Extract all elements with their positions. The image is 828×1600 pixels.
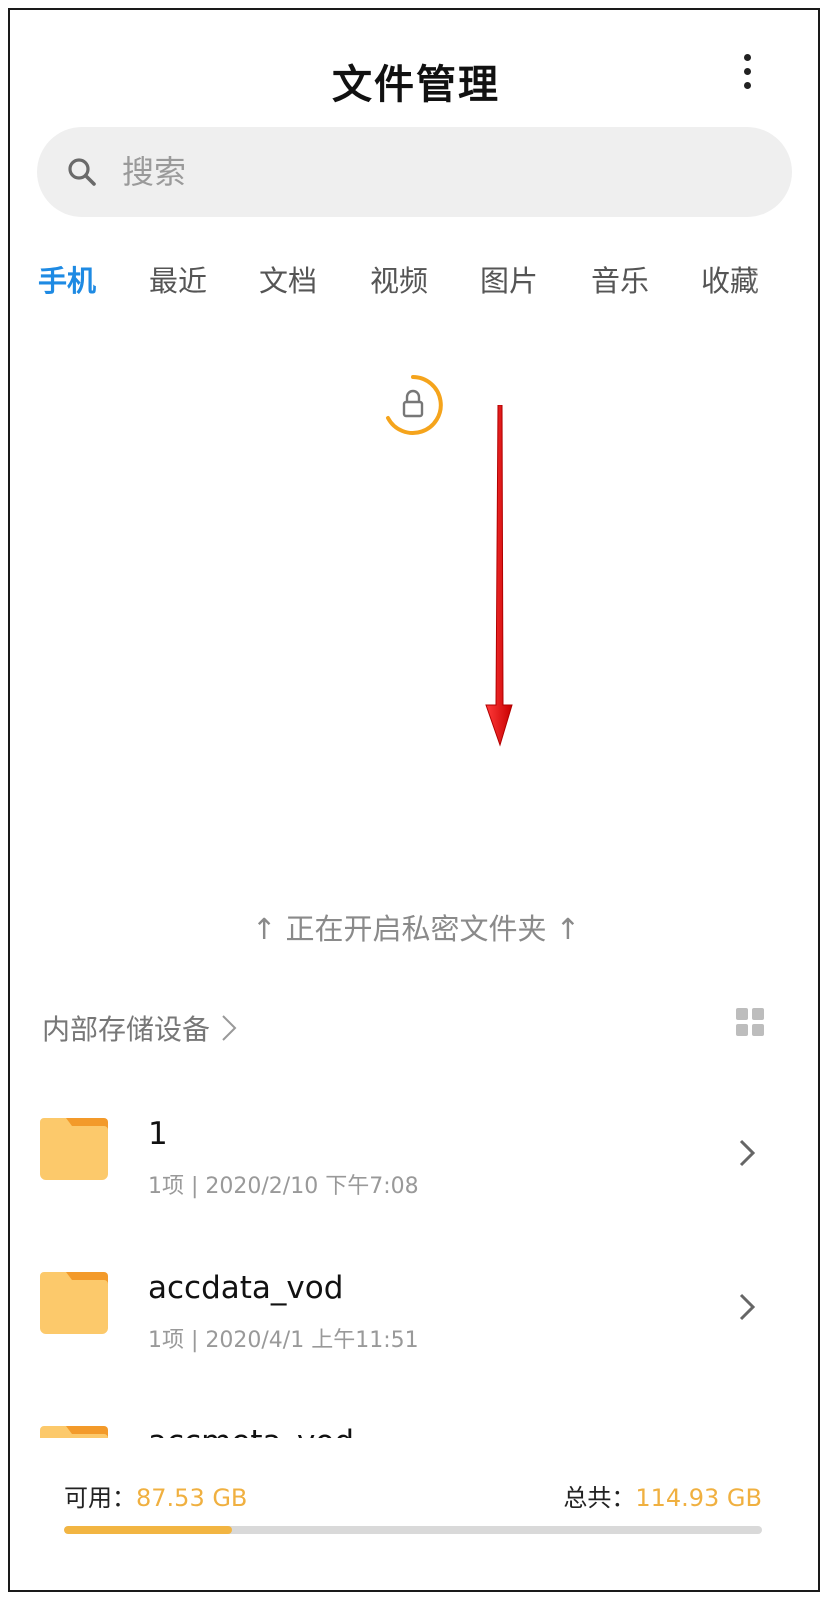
category-tabs: 手机 最近 文档 视频 图片 音乐 收藏 — [10, 258, 818, 306]
chevron-right-icon — [739, 1293, 756, 1321]
pull-down-arrow-icon — [485, 405, 513, 747]
more-dot-icon — [743, 68, 751, 75]
storage-path-label: 内部存储设备 — [42, 1013, 211, 1046]
total-label: 总共： — [563, 1484, 636, 1512]
tab-phone[interactable]: 手机 — [38, 258, 96, 300]
app-screen: 文件管理 手机 最近 文档 视频 图片 音乐 收藏 — [8, 8, 820, 1592]
tab-images[interactable]: 图片 — [480, 258, 538, 300]
search-bar[interactable] — [37, 127, 792, 217]
file-list: 1 1项 | 2020/2/10 下午7:08 accdata_vod 1项 |… — [10, 1090, 818, 1438]
search-input[interactable] — [122, 145, 742, 199]
tab-recent[interactable]: 最近 — [149, 258, 207, 300]
file-meta: 1项 | 2020/2/10 下午7:08 — [148, 1174, 419, 1199]
storage-breadcrumb[interactable]: 内部存储设备 — [42, 1008, 238, 1048]
folder-icon — [40, 1426, 108, 1438]
grid-view-icon[interactable] — [736, 1008, 764, 1036]
storage-progress-fill — [64, 1526, 232, 1534]
total-value: 114.93 GB — [635, 1484, 762, 1512]
chevron-right-icon — [739, 1139, 756, 1167]
storage-summary: 可用：87.53 GB 总共：114.93 GB — [10, 1440, 818, 1590]
more-dot-icon — [743, 54, 751, 61]
list-item[interactable]: 1 1项 | 2020/2/10 下午7:08 — [10, 1100, 818, 1250]
search-icon — [68, 158, 96, 186]
private-lock-icon — [386, 375, 443, 435]
more-options-button[interactable] — [732, 54, 762, 90]
available-storage: 可用：87.53 GB — [64, 1478, 247, 1513]
tabs-fade-overlay — [750, 250, 818, 310]
page-title: 文件管理 — [332, 62, 500, 108]
file-meta: 1项 | 2020/4/1 上午11:51 — [148, 1328, 419, 1353]
file-name: accmeta_vod — [148, 1424, 354, 1438]
more-dot-icon — [743, 82, 751, 89]
tab-videos[interactable]: 视频 — [370, 258, 428, 300]
storage-progress-bar — [64, 1526, 762, 1534]
file-name: accdata_vod — [148, 1270, 344, 1306]
file-name: 1 — [148, 1116, 168, 1152]
tab-documents[interactable]: 文档 — [259, 258, 317, 300]
private-folder-hint: ↑ 正在开启私密文件夹 ↑ — [251, 912, 581, 946]
total-storage: 总共：114.93 GB — [563, 1478, 762, 1513]
available-value: 87.53 GB — [136, 1484, 248, 1512]
folder-icon — [40, 1118, 108, 1180]
available-label: 可用： — [64, 1484, 136, 1512]
folder-icon — [40, 1272, 108, 1334]
chevron-right-icon — [222, 1015, 237, 1041]
list-item[interactable]: accdata_vod 1项 | 2020/4/1 上午11:51 — [10, 1254, 818, 1404]
tab-music[interactable]: 音乐 — [591, 258, 649, 300]
list-item[interactable]: accmeta_vod — [10, 1408, 818, 1438]
